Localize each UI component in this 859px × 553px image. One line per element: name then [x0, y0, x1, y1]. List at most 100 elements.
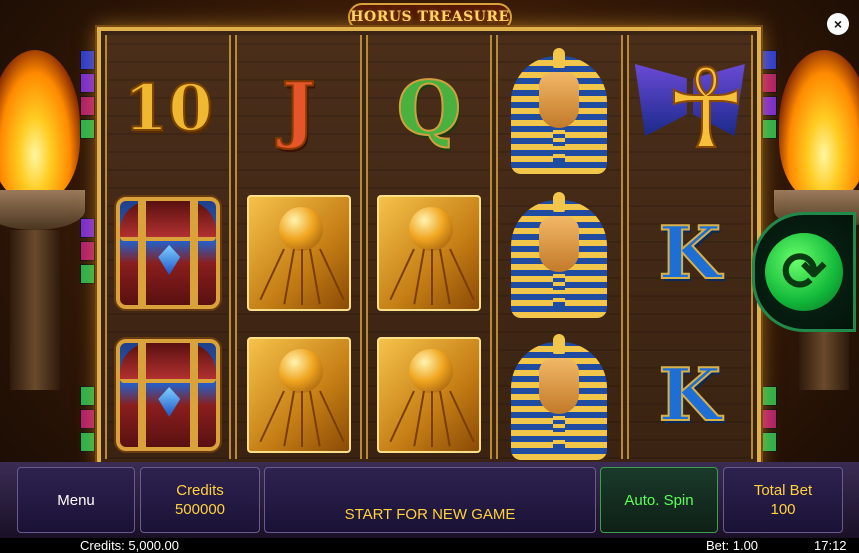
symbol-king: K — [658, 352, 723, 437]
payline-indicator — [80, 119, 95, 139]
menu-button[interactable]: Menu — [17, 467, 135, 533]
symbol-treasure-chest — [116, 197, 221, 309]
orb-leg — [439, 248, 451, 305]
orb-leg — [413, 248, 426, 305]
symbol-cell — [498, 325, 620, 465]
pharaoh-beard — [553, 414, 566, 448]
orb-leg — [439, 390, 451, 447]
pillar-left — [10, 230, 60, 390]
game-scene: HORUS TREASURE × 10 J Q ☥ K K ⟳ Menu Cre… — [0, 0, 859, 553]
payline-indicators-right-bottom — [762, 386, 777, 452]
payline-indicators-left-bottom — [80, 386, 95, 452]
orb-leg — [318, 248, 345, 301]
payline-indicator — [762, 409, 777, 429]
pharaoh-beard — [553, 128, 566, 162]
auto-spin-button[interactable]: Auto. Spin — [600, 467, 718, 533]
orb-leg — [389, 248, 415, 301]
payline-indicators-left-top — [80, 50, 95, 139]
flame-left — [0, 50, 80, 200]
chest-band — [190, 343, 199, 447]
symbol-pharaoh-mask — [511, 188, 608, 318]
symbol-cell: K — [629, 183, 751, 323]
start-new-game-button[interactable]: START FOR NEW GAME — [264, 467, 596, 533]
credits-value: 500000 — [174, 501, 226, 518]
total-bet-value: 100 — [770, 501, 796, 518]
close-button[interactable]: × — [827, 13, 849, 35]
status-bar: Credits: 5,000.00 Bet: 1.00 17:12 — [0, 538, 859, 553]
reels: 10 J Q ☥ K K — [105, 35, 754, 460]
symbol-cell — [498, 183, 620, 323]
orb-leg — [449, 248, 475, 301]
symbol-winged-ankh: ☥ — [634, 44, 748, 174]
symbol-cell: J — [237, 39, 359, 179]
chest-gem-icon — [158, 387, 181, 417]
payline-indicator — [80, 386, 95, 406]
reel-2: J — [235, 35, 362, 459]
total-bet-button[interactable]: Total Bet 100 — [723, 467, 843, 533]
status-bet: Bet: 1.00 — [706, 538, 759, 553]
uraeus-icon — [553, 48, 566, 68]
start-label: START FOR NEW GAME — [344, 506, 516, 523]
symbol-cell — [368, 183, 490, 323]
orb-leg — [259, 390, 285, 443]
symbol-cell — [107, 325, 229, 465]
payline-indicator — [80, 218, 95, 238]
orb-leg — [318, 390, 345, 443]
payline-indicator — [80, 264, 95, 284]
reel-4 — [496, 35, 623, 460]
symbol-scarab-orb — [246, 337, 351, 453]
payline-indicator — [762, 119, 777, 139]
chest-band — [138, 201, 147, 305]
flame-right — [779, 50, 859, 200]
symbol-king: K — [658, 210, 723, 295]
symbol-cell: ☥ — [629, 39, 751, 179]
payline-indicator — [80, 409, 95, 429]
payline-indicator — [762, 50, 777, 70]
symbol-cell — [107, 183, 229, 323]
reel-5: ☥ K K — [626, 35, 754, 459]
orb-icon — [278, 349, 323, 393]
orb-leg — [300, 391, 303, 447]
symbol-cell — [368, 325, 490, 465]
orb-leg — [431, 249, 434, 305]
symbol-ten: 10 — [123, 71, 214, 146]
payline-indicator — [762, 432, 777, 452]
payline-indicator — [80, 96, 95, 116]
orb-leg — [259, 248, 285, 301]
symbol-cell: K — [629, 325, 751, 465]
torch-bowl-left — [0, 190, 85, 230]
spin-button[interactable]: ⟳ — [752, 212, 856, 332]
orb-leg — [449, 390, 475, 443]
symbol-scarab-orb — [377, 337, 482, 453]
symbol-queen: Q — [396, 66, 462, 152]
symbol-jack: J — [281, 66, 317, 151]
total-bet-label: Total Bet — [753, 482, 813, 499]
payline-indicator — [80, 432, 95, 452]
symbol-scarab-orb — [246, 195, 351, 311]
credits-box: Credits 500000 — [140, 467, 260, 533]
orb-leg — [282, 248, 295, 305]
pharaoh-beard — [553, 272, 566, 306]
reel-3: Q — [365, 35, 493, 459]
chest-lid — [120, 201, 217, 241]
orb-leg — [389, 390, 415, 443]
orb-leg — [431, 391, 434, 447]
pharaoh-face — [539, 216, 580, 272]
payline-indicator — [80, 50, 95, 70]
payline-indicators-right-top — [762, 50, 777, 139]
symbol-cell — [237, 325, 359, 465]
reel-1: 10 — [105, 35, 232, 459]
symbol-cell: 10 — [107, 39, 229, 179]
payline-indicator — [80, 73, 95, 93]
payline-indicators-left-mid — [80, 218, 95, 284]
torch-left — [0, 40, 90, 390]
chest-band — [138, 343, 147, 447]
pharaoh-face — [539, 358, 580, 414]
payline-indicator — [762, 73, 777, 93]
orb-icon — [278, 207, 323, 251]
orb-leg — [308, 248, 321, 305]
ankh-icon: ☥ — [664, 44, 748, 174]
auto-spin-label: Auto. Spin — [624, 491, 694, 509]
symbol-cell: Q — [368, 39, 490, 179]
reel-frame: 10 J Q ☥ K K — [97, 27, 761, 467]
